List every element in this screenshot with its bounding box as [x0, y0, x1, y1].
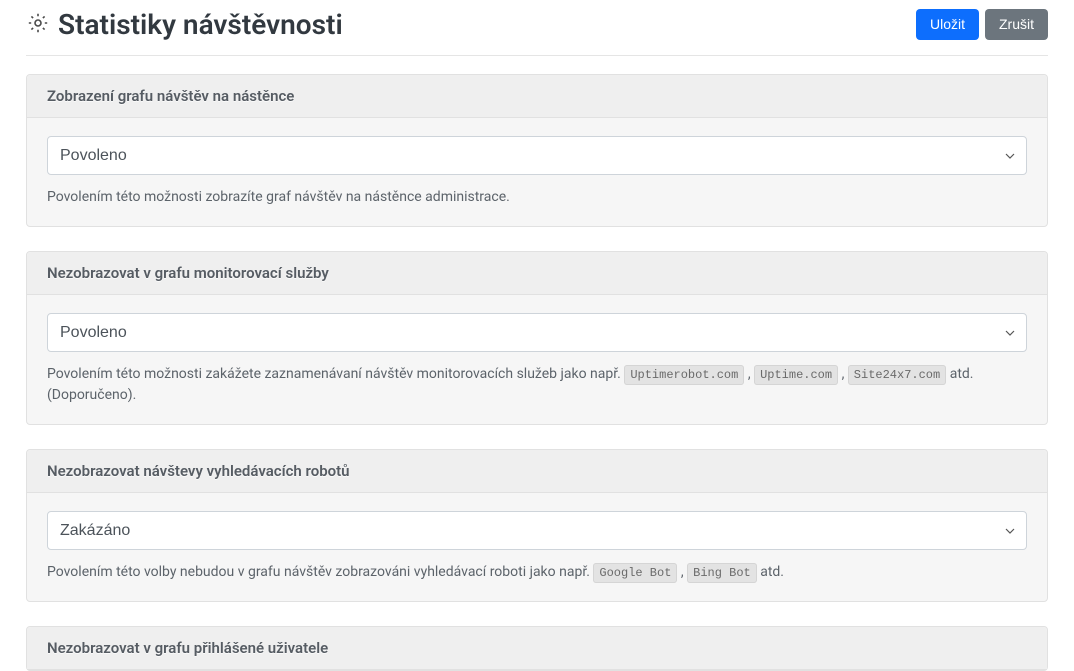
- hint-pre: Povolením této možnosti zakážete zazname…: [47, 366, 624, 382]
- code-tag: Site24x7.com: [848, 365, 946, 385]
- panel-search-bots: Nezobrazovat návštevy vyhledávacích robo…: [26, 449, 1048, 602]
- page-title: Statistiky návštěvnosti: [58, 8, 343, 41]
- panel-logged-users: Nezobrazovat v grafu přihlášené uživatel…: [26, 626, 1048, 671]
- code-tag: Bing Bot: [687, 563, 757, 583]
- hint-text: Povolením této možnosti zobrazíte graf n…: [47, 187, 1027, 208]
- panel-dashboard-graph: Zobrazení grafu návštěv na nástěnce Povo…: [26, 74, 1048, 227]
- page-header: Statistiky návštěvnosti Uložit Zrušit: [26, 8, 1048, 56]
- monitoring-services-select[interactable]: Povoleno: [47, 313, 1027, 352]
- code-tag: Uptime.com: [754, 365, 838, 385]
- save-button[interactable]: Uložit: [916, 9, 979, 39]
- gear-icon: [26, 11, 50, 39]
- hint-text: Povolením této možnosti zakážete zazname…: [47, 364, 1027, 406]
- dashboard-graph-select[interactable]: Povoleno: [47, 136, 1027, 175]
- panel-title: Nezobrazovat návštevy vyhledávacích robo…: [47, 462, 1027, 480]
- code-tag: Uptimerobot.com: [624, 365, 744, 385]
- panel-title: Nezobrazovat v grafu monitorovací služby: [47, 264, 1027, 282]
- panel-title: Zobrazení grafu návštěv na nástěnce: [47, 87, 1027, 105]
- panel-monitoring-services: Nezobrazovat v grafu monitorovací služby…: [26, 251, 1048, 425]
- hint-text: Povolením této volby nebudou v grafu náv…: [47, 562, 1027, 583]
- panel-title: Nezobrazovat v grafu přihlášené uživatel…: [47, 639, 1027, 657]
- separator: ,: [842, 366, 848, 382]
- hint-post: atd.: [760, 564, 784, 580]
- search-bots-select[interactable]: Zakázáno: [47, 511, 1027, 550]
- hint-pre: Povolením této volby nebudou v grafu náv…: [47, 564, 593, 580]
- cancel-button[interactable]: Zrušit: [985, 9, 1048, 39]
- code-tag: Google Bot: [593, 563, 677, 583]
